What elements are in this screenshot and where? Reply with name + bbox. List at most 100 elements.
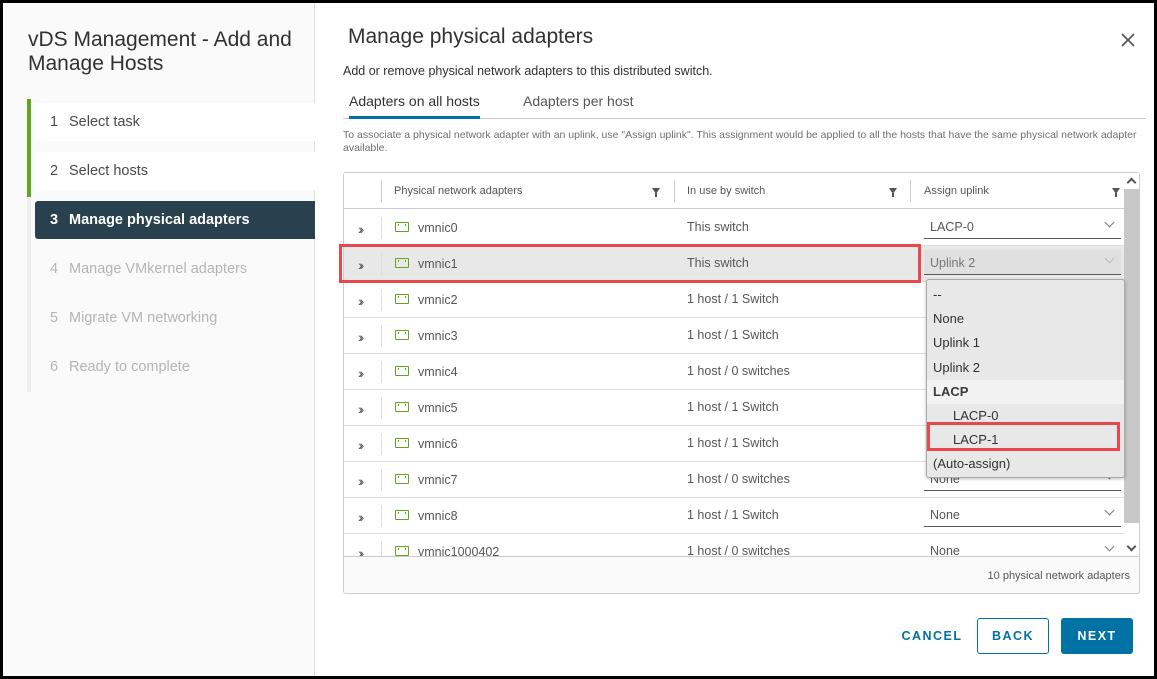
assign-uplink-select[interactable]: None: [924, 538, 1121, 556]
step-select-task[interactable]: 1 Select task: [35, 103, 315, 141]
assign-uplink-select[interactable]: Uplink 2: [924, 250, 1121, 275]
step-label: Ready to complete: [69, 359, 190, 375]
step-manage-physical-adapters[interactable]: 3 Manage physical adapters: [35, 201, 315, 239]
expand-icon[interactable]: ››: [358, 293, 365, 309]
adapter-name: vmnic3: [418, 329, 458, 343]
tab-bar: Adapters on all hosts Adapters per host: [343, 89, 1146, 119]
tab-adapters-on-all-hosts[interactable]: Adapters on all hosts: [349, 93, 480, 119]
step-label: Manage physical adapters: [69, 212, 250, 228]
close-icon: [1121, 33, 1135, 47]
step-number: 2: [50, 163, 59, 179]
back-button[interactable]: BACK: [977, 618, 1049, 654]
expand-icon[interactable]: ››: [358, 221, 365, 237]
network-adapter-icon: [395, 294, 409, 304]
network-adapter-icon: [395, 258, 409, 268]
step-label: Select hosts: [69, 163, 148, 179]
grid-scrollbar[interactable]: [1124, 173, 1139, 556]
assign-uplink-select[interactable]: LACP-0: [924, 214, 1121, 239]
page-subtitle: Add or remove physical network adapters …: [343, 64, 713, 78]
chevron-down-icon: [1104, 253, 1115, 264]
assign-uplink-select[interactable]: None: [924, 502, 1121, 527]
adapter-name: vmnic1: [418, 257, 458, 271]
scrollbar-thumb[interactable]: [1124, 189, 1139, 523]
table-row[interactable]: ›› vmnic1 This switch Uplink 2: [344, 246, 1124, 282]
scroll-up-icon[interactable]: [1126, 177, 1137, 188]
row-separator: [381, 433, 382, 455]
chevron-down-icon: [1104, 505, 1115, 516]
network-adapter-icon: [395, 402, 409, 412]
column-separator: [381, 180, 382, 202]
expand-icon[interactable]: ››: [358, 545, 365, 556]
table-row[interactable]: ›› vmnic0 This switch LACP-0: [344, 210, 1124, 246]
row-separator: [381, 397, 382, 419]
dropdown-option[interactable]: (Auto-assign): [927, 452, 1124, 476]
uplink-value: Uplink 2: [930, 256, 976, 270]
expand-icon[interactable]: ››: [358, 329, 365, 345]
dropdown-option[interactable]: LACP-0: [927, 404, 1124, 428]
dropdown-option[interactable]: --: [927, 283, 1124, 307]
filter-icon[interactable]: [652, 188, 660, 197]
step-label: Select task: [69, 114, 140, 130]
close-button[interactable]: [1118, 30, 1138, 50]
info-text: To associate a physical network adapter …: [343, 129, 1137, 154]
column-separator[interactable]: [674, 180, 675, 202]
expand-icon[interactable]: ››: [358, 365, 365, 381]
page-title: Manage physical adapters: [348, 25, 594, 48]
in-use-by-switch: 1 host / 1 Switch: [687, 436, 779, 450]
chevron-down-icon: [1104, 541, 1115, 552]
column-header-assign-uplink[interactable]: Assign uplink: [924, 173, 989, 209]
expand-icon[interactable]: ››: [358, 257, 365, 273]
chevron-down-icon: [1104, 217, 1115, 228]
step-manage-vmkernel-adapters: 4 Manage VMkernel adapters: [35, 250, 315, 288]
network-adapter-icon: [395, 330, 409, 340]
network-adapter-icon: [395, 546, 409, 556]
column-header-adapters[interactable]: Physical network adapters: [394, 173, 522, 209]
row-separator: [381, 541, 382, 556]
step-select-hosts[interactable]: 2 Select hosts: [35, 152, 315, 190]
in-use-by-switch: 1 host / 0 switches: [687, 364, 790, 378]
wizard-title: vDS Management - Add and Manage Hosts: [28, 28, 292, 75]
network-adapter-icon: [395, 510, 409, 520]
step-migrate-vm-networking: 5 Migrate VM networking: [35, 299, 315, 337]
in-use-by-switch: 1 host / 1 Switch: [687, 328, 779, 342]
table-row[interactable]: ›› vmnic1000402 1 host / 0 switches None: [344, 534, 1124, 556]
dropdown-group-label: LACP: [927, 379, 1124, 404]
network-adapter-icon: [395, 438, 409, 448]
scroll-down-icon[interactable]: [1126, 541, 1137, 552]
in-use-by-switch: 1 host / 0 switches: [687, 472, 790, 486]
step-number: 4: [50, 261, 59, 277]
tab-adapters-per-host[interactable]: Adapters per host: [523, 93, 634, 119]
expand-icon[interactable]: ››: [358, 401, 365, 417]
adapter-name: vmnic0: [418, 221, 458, 235]
column-separator[interactable]: [910, 180, 911, 202]
cancel-button[interactable]: CANCEL: [889, 618, 975, 654]
network-adapter-icon: [395, 474, 409, 484]
step-rail-progress: [27, 99, 31, 197]
filter-icon[interactable]: [1112, 188, 1120, 197]
adapter-name: vmnic4: [418, 365, 458, 379]
expand-icon[interactable]: ››: [358, 473, 365, 489]
dropdown-option[interactable]: Uplink 2: [927, 356, 1124, 380]
row-separator: [381, 325, 382, 347]
in-use-by-switch: This switch: [687, 220, 749, 234]
uplink-dropdown-menu: -- None Uplink 1 Uplink 2 LACP LACP-0 LACP-1 (A…: [926, 279, 1125, 478]
step-number: 1: [50, 114, 59, 130]
uplink-value: None: [930, 508, 960, 522]
dropdown-option[interactable]: Uplink 1: [927, 331, 1124, 355]
adapter-name: vmnic7: [418, 473, 458, 487]
table-row[interactable]: ›› vmnic8 1 host / 1 Switch None: [344, 498, 1124, 534]
filter-icon[interactable]: [889, 188, 897, 197]
step-number: 3: [50, 212, 59, 228]
column-header-in-use[interactable]: In use by switch: [687, 173, 765, 209]
row-separator: [381, 253, 382, 275]
next-button[interactable]: NEXT: [1061, 618, 1133, 654]
step-number: 5: [50, 310, 59, 326]
adapter-name: vmnic8: [418, 509, 458, 523]
expand-icon[interactable]: ››: [358, 509, 365, 525]
adapter-name: vmnic5: [418, 401, 458, 415]
dropdown-option[interactable]: LACP-1: [927, 428, 1124, 452]
grid-header: Physical network adapters In use by swit…: [344, 173, 1124, 209]
dropdown-option[interactable]: None: [927, 307, 1124, 331]
step-number: 6: [50, 359, 59, 375]
expand-icon[interactable]: ››: [358, 437, 365, 453]
